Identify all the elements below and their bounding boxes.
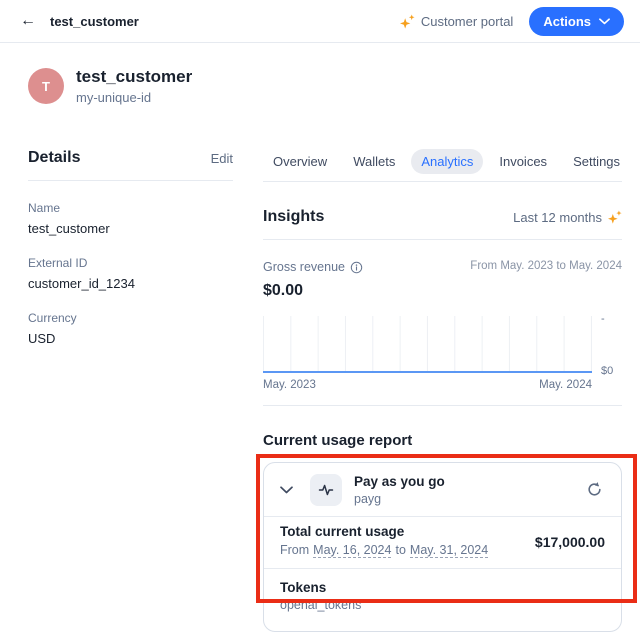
total-usage-row: Total current usage From May. 16, 2024 t… — [264, 517, 621, 568]
customer-unique-id: my-unique-id — [76, 90, 192, 105]
field-label: Name — [28, 201, 233, 215]
charge-name: Tokens — [280, 580, 605, 595]
refresh-button[interactable] — [584, 479, 605, 500]
customer-tabs: Overview Wallets Analytics Invoices Sett… — [263, 149, 622, 174]
usage-date-from[interactable]: May. 16, 2024 — [313, 543, 391, 558]
edit-details-link[interactable]: Edit — [211, 151, 233, 166]
gross-revenue-value: $0.00 — [263, 282, 622, 300]
customer-portal-label: Customer portal — [421, 14, 513, 29]
field-value: USD — [28, 331, 233, 346]
gross-revenue-label: Gross revenue — [263, 260, 345, 274]
chevron-down-icon — [599, 18, 610, 25]
topbar-actions: Customer portal Actions — [400, 7, 624, 36]
tab-settings[interactable]: Settings — [563, 149, 630, 174]
customer-portal-link[interactable]: Customer portal — [400, 14, 513, 29]
period-label: Last 12 months — [513, 210, 602, 225]
tab-overview[interactable]: Overview — [263, 149, 337, 174]
charge-row: Tokens openai_tokens — [264, 569, 621, 623]
chart-zero-line — [263, 371, 592, 373]
plan-code: payg — [354, 492, 445, 506]
usage-report-heading: Current usage report — [263, 432, 622, 449]
plan-name: Pay as you go — [354, 474, 445, 489]
info-icon[interactable] — [350, 261, 363, 274]
usage-plan-row: Pay as you go payg — [264, 463, 621, 516]
detail-field-name: Name test_customer — [28, 201, 233, 236]
x-axis-last-label: May. 2024 — [539, 379, 592, 391]
customer-header: T test_customer my-unique-id — [28, 67, 622, 105]
y-axis-max-label: - — [601, 313, 605, 325]
chart-x-axis: May. 2023 May. 2024 — [263, 379, 592, 391]
x-axis-first-label: May. 2023 — [263, 379, 316, 391]
actions-button-label: Actions — [543, 14, 591, 29]
y-axis-min-label: $0 — [601, 365, 613, 377]
field-label: Currency — [28, 311, 233, 325]
usage-report-section: Pay as you go payg Total current usage — [263, 462, 622, 632]
usage-date-to[interactable]: May. 31, 2024 — [410, 543, 488, 558]
back-arrow-icon[interactable]: ← — [20, 13, 36, 29]
total-usage-amount: $17,000.00 — [535, 534, 605, 550]
tab-invoices[interactable]: Invoices — [489, 149, 557, 174]
analytics-panel: Overview Wallets Analytics Invoices Sett… — [263, 149, 622, 632]
chart-plot-area — [263, 316, 592, 373]
customer-name: test_customer — [76, 67, 192, 87]
detail-field-currency: Currency USD — [28, 311, 233, 346]
collapse-chevron-button[interactable] — [280, 486, 302, 494]
field-value: test_customer — [28, 221, 233, 236]
insights-divider — [263, 239, 622, 240]
charge-code: openai_tokens — [280, 598, 605, 612]
field-value: customer_id_1234 — [28, 276, 233, 291]
total-usage-label: Total current usage — [280, 524, 488, 539]
pulse-icon — [310, 474, 342, 506]
gross-revenue-chart: - $0 — [263, 316, 622, 373]
actions-button[interactable]: Actions — [529, 7, 624, 36]
content-columns: Details Edit Name test_customer External… — [28, 149, 622, 632]
detail-field-external-id: External ID customer_id_1234 — [28, 256, 233, 291]
details-panel: Details Edit Name test_customer External… — [28, 149, 233, 632]
usage-card: Pay as you go payg Total current usage — [263, 462, 622, 632]
insights-heading: Insights — [263, 208, 324, 226]
details-divider — [28, 180, 233, 181]
insights-bottom-divider — [263, 405, 622, 406]
period-selector[interactable]: Last 12 months — [513, 210, 622, 225]
topbar-title: test_customer — [50, 14, 139, 29]
tab-wallets[interactable]: Wallets — [343, 149, 405, 174]
usage-period: From May. 16, 2024 to May. 31, 2024 — [280, 543, 488, 558]
period-prefix: From — [280, 543, 309, 558]
period-joiner: to — [395, 543, 405, 558]
topbar: ← test_customer Customer portal Actions — [0, 0, 640, 43]
chart-y-axis: - $0 — [592, 316, 622, 373]
tab-analytics[interactable]: Analytics — [411, 149, 483, 174]
metric-date-range: From May. 2023 to May. 2024 — [470, 260, 622, 272]
avatar: T — [28, 68, 64, 104]
sparkle-icon — [608, 210, 622, 224]
tabs-divider — [263, 181, 622, 182]
field-label: External ID — [28, 256, 233, 270]
details-heading: Details — [28, 149, 80, 167]
sparkle-icon — [400, 14, 415, 29]
